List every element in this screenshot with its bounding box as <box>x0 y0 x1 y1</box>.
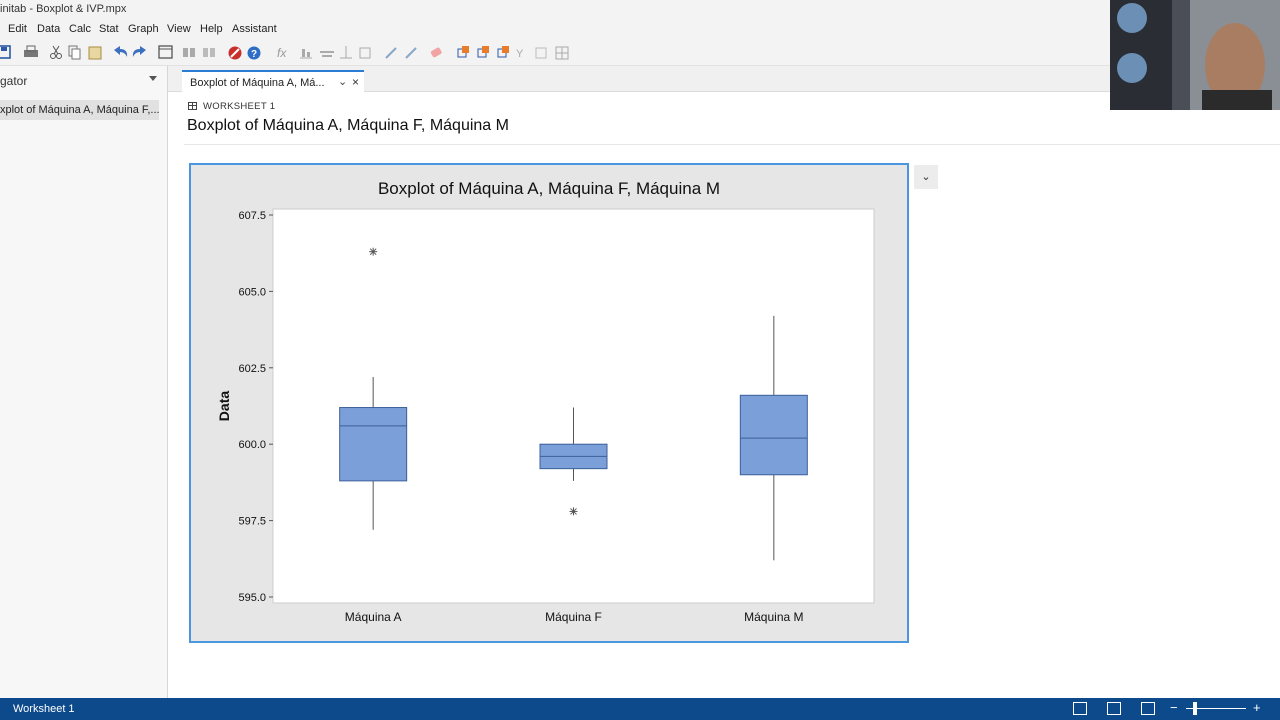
find-icon[interactable] <box>183 48 195 57</box>
menu-assistant[interactable]: Assistant <box>232 23 277 35</box>
y-tick-label: 597.5 <box>238 516 266 528</box>
output-view-icon[interactable] <box>1073 702 1087 715</box>
menu-graph[interactable]: Graph <box>128 23 159 35</box>
navigator-panel: gator xplot of Máquina A, Máquina F,... <box>0 66 168 698</box>
filter-icon[interactable] <box>477 46 489 58</box>
zoom-out-icon[interactable]: − <box>1170 700 1178 715</box>
webcam-overlay <box>1110 0 1280 110</box>
arrange-icon[interactable] <box>359 47 371 59</box>
eraser-icon[interactable] <box>430 47 442 58</box>
formula-icon[interactable]: fx <box>277 46 287 60</box>
x-tick-label: Máquina A <box>345 610 402 624</box>
divider <box>184 144 1280 145</box>
scatter-icon[interactable] <box>340 46 352 59</box>
chart-title: Boxplot of Máquina A, Máquina F, Máquina… <box>378 179 720 198</box>
help-icon[interactable]: ? <box>247 46 261 61</box>
navigator-item[interactable]: xplot of Máquina A, Máquina F,... <box>0 100 159 120</box>
table-icon[interactable] <box>555 46 569 60</box>
status-bar: Worksheet 1 − + <box>0 698 1280 720</box>
chevron-down-icon[interactable]: ⌄ <box>338 75 347 88</box>
menu-edit[interactable]: Edit <box>8 23 27 35</box>
menu-help[interactable]: Help <box>200 23 223 35</box>
new-window-icon[interactable] <box>158 45 173 59</box>
layout-icon[interactable] <box>457 46 469 58</box>
zoom-knob[interactable] <box>1193 702 1197 715</box>
toolbar-icons: ? fx Y <box>0 45 569 61</box>
grid-icon[interactable] <box>497 46 509 58</box>
replace-icon[interactable] <box>203 48 215 57</box>
outlier-point <box>569 507 578 516</box>
y-tick-label: 607.5 <box>238 210 266 222</box>
split-view-icon[interactable] <box>1141 702 1155 715</box>
y-tick-label: 595.0 <box>238 592 266 604</box>
svg-text:Y: Y <box>516 48 524 60</box>
window-title: initab - Boxplot & IVP.mpx <box>0 3 127 15</box>
close-icon[interactable]: × <box>352 75 359 89</box>
graph-frame[interactable]: Boxplot of Máquina A, Máquina F, Máquina… <box>189 163 909 643</box>
zoom-in-icon[interactable]: + <box>1253 700 1261 715</box>
graph-options-button[interactable]: ⌄ <box>914 165 938 189</box>
x-axis: Máquina A Máquina F Máquina M <box>345 610 804 624</box>
tab-boxplot[interactable]: Boxplot of Máquina A, Má... ⌄ × <box>182 70 364 93</box>
x-tick-label: Máquina M <box>744 610 803 624</box>
iqr-box <box>339 407 408 482</box>
copy-icon[interactable] <box>68 45 81 60</box>
svg-text:?: ? <box>251 49 257 60</box>
y-axis-label: Data <box>216 391 232 422</box>
cut-icon[interactable] <box>50 45 62 59</box>
y-axis: 595.0 597.5 600.0 602.5 605.0 607.5 <box>238 210 273 604</box>
iqr-box <box>739 394 808 476</box>
outlier-point <box>369 247 378 256</box>
brush-icon[interactable] <box>385 47 397 59</box>
cancel-icon[interactable] <box>228 46 242 60</box>
paste-icon[interactable] <box>88 46 102 60</box>
x-tick-label: Máquina F <box>545 610 602 624</box>
boxplot-chart: Boxplot of Máquina A, Máquina F, Máquina… <box>216 179 875 624</box>
menu-calc[interactable]: Calc <box>69 23 91 35</box>
y-icon[interactable]: Y <box>516 48 524 60</box>
menu-bar: Edit Data Calc Stat Graph View Help Assi… <box>0 20 1280 40</box>
y-tick-label: 602.5 <box>238 363 266 375</box>
print-icon[interactable] <box>24 45 38 57</box>
title-bar: initab - Boxplot & IVP.mpx <box>0 0 1280 20</box>
undo-icon[interactable] <box>114 46 128 57</box>
duplicate-icon[interactable] <box>405 47 417 59</box>
y-tick-label: 600.0 <box>238 439 266 451</box>
tools-icon[interactable] <box>535 47 547 59</box>
chevron-down-icon[interactable] <box>149 76 157 81</box>
menu-stat[interactable]: Stat <box>99 23 119 35</box>
output-title: Boxplot of Máquina A, Máquina F, Máquina… <box>187 117 509 134</box>
toolbar: ? fx Y <box>0 40 1280 66</box>
menu-view[interactable]: View <box>167 23 191 35</box>
dot-plot-icon[interactable] <box>300 49 312 59</box>
bar-chart-icon[interactable] <box>320 51 334 57</box>
svg-text:fx: fx <box>277 46 287 60</box>
worksheet-view-icon[interactable] <box>1107 702 1121 715</box>
status-worksheet[interactable]: Worksheet 1 <box>13 703 75 715</box>
worksheet-icon <box>188 102 197 110</box>
redo-icon[interactable] <box>132 46 146 57</box>
worksheet-label: WORKSHEET 1 <box>203 101 276 112</box>
tab-label: Boxplot of Máquina A, Má... <box>190 77 325 89</box>
menu-data[interactable]: Data <box>37 23 60 35</box>
y-tick-label: 605.0 <box>238 286 266 298</box>
navigator-title: gator <box>0 74 28 88</box>
save-icon[interactable] <box>0 45 11 59</box>
